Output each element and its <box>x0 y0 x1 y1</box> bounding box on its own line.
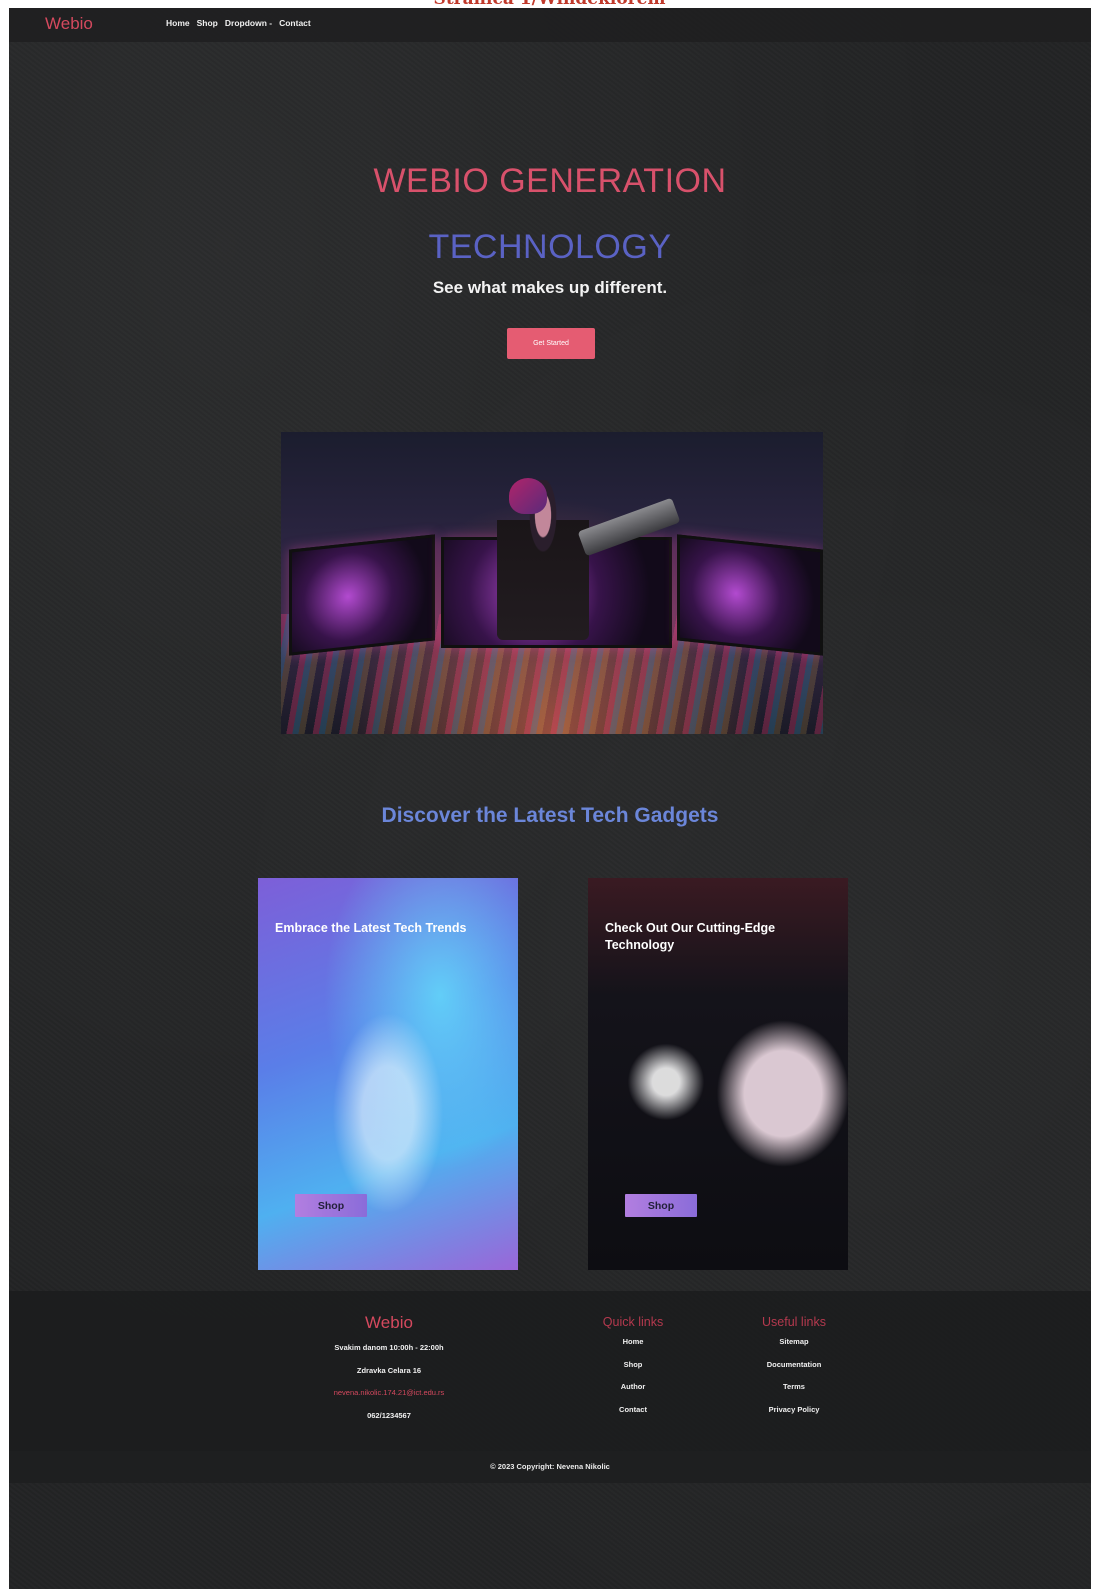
copyright-bar: © 2023 Copyright: Nevena Nikolic <box>9 1451 1091 1483</box>
footer-link-author[interactable]: Author <box>573 1382 693 1405</box>
footer-email-link[interactable]: nevena.nikolic.174.21@ict.edu.rs <box>269 1388 509 1411</box>
nav-link-home[interactable]: Home <box>166 18 190 28</box>
footer-address: Zdravka Celara 16 <box>356 1365 422 1375</box>
nav-links: Home Shop Dropdown - Contact <box>166 18 311 28</box>
useful-links-heading: Useful links <box>762 1315 826 1329</box>
footer-link-privacy-policy[interactable]: Privacy Policy <box>734 1405 854 1428</box>
document-title: Stranica 1/Windeklorem <box>0 0 1099 8</box>
nav-dropdown[interactable]: Dropdown - <box>225 18 272 28</box>
quick-links-heading: Quick links <box>602 1315 664 1329</box>
hero-gaming-monitors-image <box>281 432 823 734</box>
left-monitor-image <box>289 534 435 656</box>
right-monitor-image <box>677 534 823 656</box>
footer-contact-info: Svakim danom 10:00h - 22:00h Zdravka Cel… <box>269 1343 509 1433</box>
footer: Webio Svakim danom 10:00h - 22:00h Zdrav… <box>9 1291 1091 1451</box>
hero-section: WEBIO GENERATION TECHNOLOGY See what mak… <box>9 42 1091 412</box>
hero-subtitle: See what makes up different. <box>432 278 668 297</box>
navbar: Webio Home Shop Dropdown - Contact <box>9 8 1091 42</box>
page: Webio Home Shop Dropdown - Contact WEBIO… <box>9 8 1091 1589</box>
card-title: Check Out Our Cutting-Edge Technology <box>605 921 776 952</box>
footer-link-contact[interactable]: Contact <box>573 1405 693 1428</box>
nav-link-shop[interactable]: Shop <box>197 18 218 28</box>
footer-link-shop[interactable]: Shop <box>573 1360 693 1383</box>
navbar-brand[interactable]: Webio <box>45 14 93 34</box>
footer-link-documentation[interactable]: Documentation <box>734 1360 854 1383</box>
footer-link-home[interactable]: Home <box>573 1337 693 1360</box>
footer-link-sitemap[interactable]: Sitemap <box>734 1337 854 1360</box>
shop-button[interactable]: Shop <box>625 1194 697 1217</box>
product-card-vr: Embrace the Latest Tech Trends Shop <box>258 878 518 1270</box>
footer-phone: 062/1234567 <box>367 1410 411 1420</box>
quick-links-column: Quick links Home Shop Author Contact <box>573 1315 693 1427</box>
footer-hours: Svakim danom 10:00h - 22:00h <box>334 1343 444 1352</box>
hero-title-line2: TECHNOLOGY <box>428 228 672 266</box>
nav-link-contact[interactable]: Contact <box>279 18 311 28</box>
section-heading: Discover the Latest Tech Gadgets <box>381 804 719 827</box>
shop-button[interactable]: Shop <box>295 1194 367 1217</box>
footer-brand: Webio <box>365 1313 413 1332</box>
product-card-hardware: Check Out Our Cutting-Edge Technology Sh… <box>588 878 848 1270</box>
card-title: Embrace the Latest Tech Trends <box>275 921 467 935</box>
get-started-button[interactable]: Get Started <box>507 328 595 359</box>
useful-links-column: Useful links Sitemap Documentation Terms… <box>734 1315 854 1427</box>
footer-link-terms[interactable]: Terms <box>734 1382 854 1405</box>
document-title-strip: Stranica 1/Windeklorem <box>0 0 1099 8</box>
hero-title-line1: WEBIO GENERATION <box>373 162 727 200</box>
figure-hair-decoration <box>509 478 547 514</box>
